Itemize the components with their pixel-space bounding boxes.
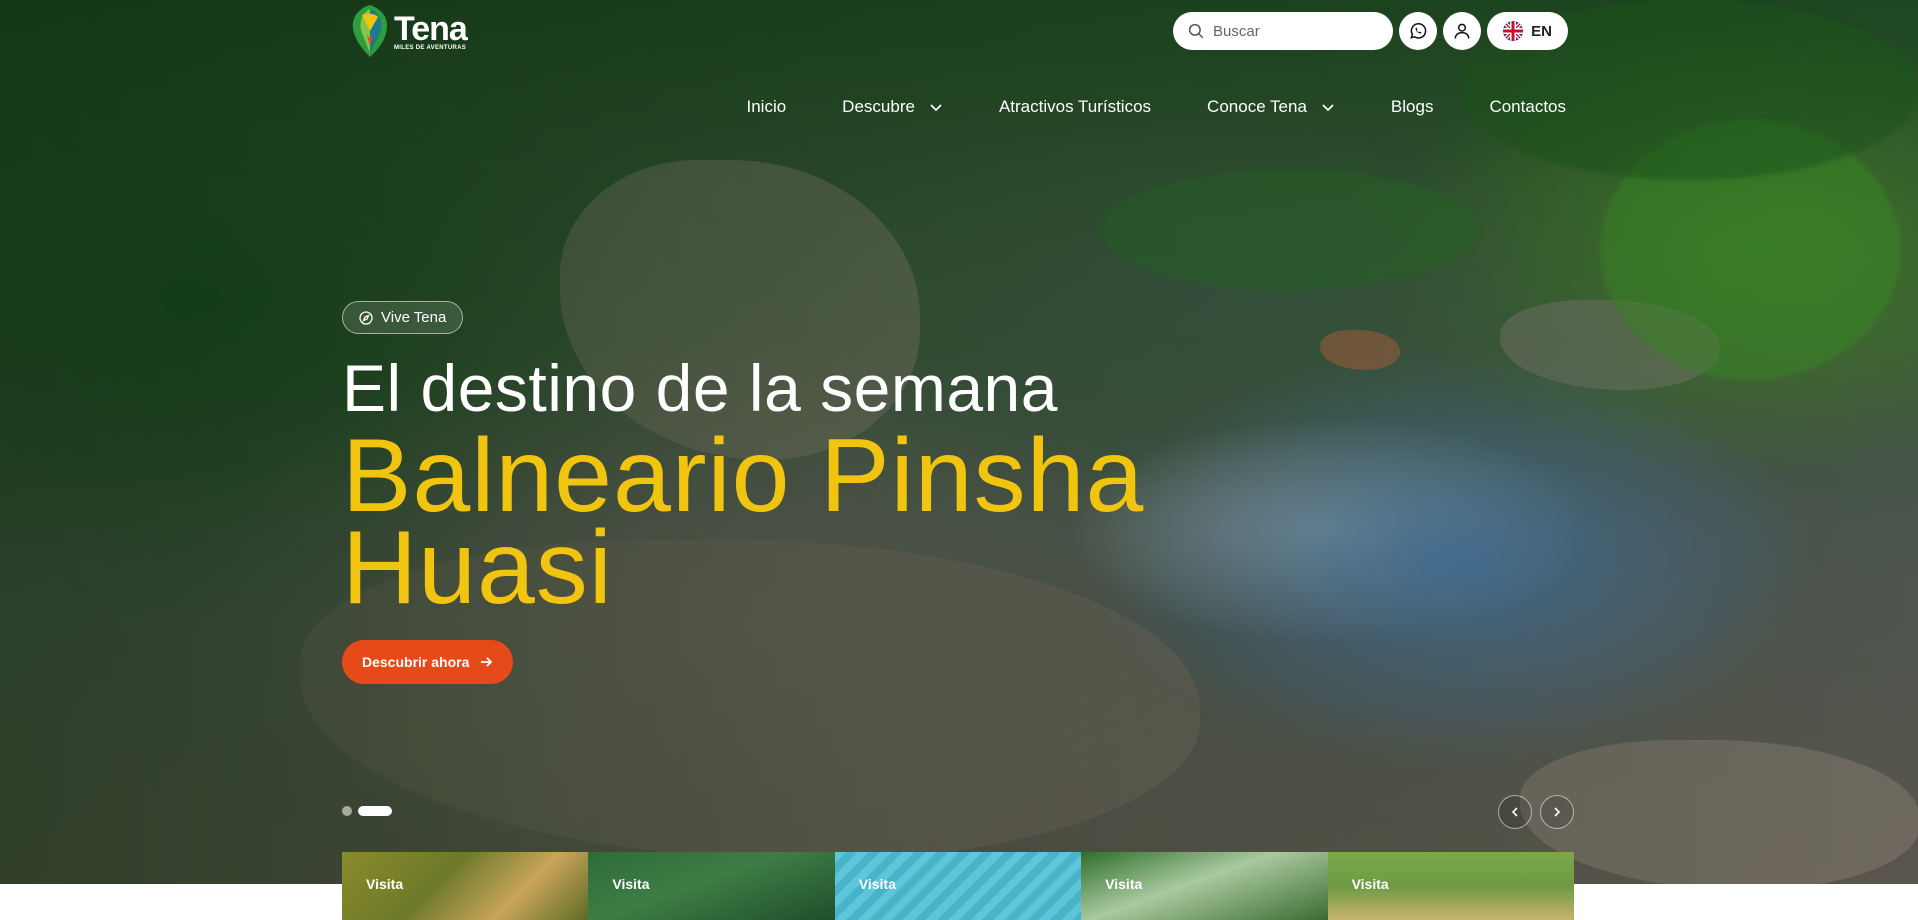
destination-title: Balneario Pinsha Huasi [342,418,1145,626]
next-slide-button[interactable] [1540,795,1574,829]
user-account-button[interactable] [1443,12,1481,50]
slide-dot-1[interactable] [342,806,352,816]
nav-item-descubre[interactable]: Descubre [842,97,943,117]
visit-card[interactable]: Visita [342,852,589,920]
nav-item-conoce-tena[interactable]: Conoce Tena [1207,97,1335,117]
chevron-left-icon [1511,807,1518,817]
compass-icon [359,310,373,325]
nav-item-label: Descubre [842,97,915,116]
search-box[interactable] [1173,12,1393,50]
main-navigation: Inicio Descubre Atractivos Turísticos Co… [746,97,1566,117]
search-icon [1188,23,1204,39]
destination-cards-strip: Visita Visita Visita Visita Visita [342,852,1574,920]
slider-arrows [1498,795,1574,829]
logo-tagline: MILES DE AVENTURAS [394,45,467,51]
uk-flag-icon [1503,21,1524,41]
destination-title-line-1: Balneario Pinsha [342,418,1145,534]
card-label: Visita [612,876,650,892]
slide-dot-2-active[interactable] [358,806,392,816]
hero-content: Vive Tena El destino de la semana Balnea… [342,301,1144,684]
slide-indicators [342,806,392,816]
nav-item-inicio[interactable]: Inicio [746,97,786,117]
vive-tena-badge: Vive Tena [342,301,464,334]
search-input[interactable] [1213,22,1373,40]
nav-item-label: Atractivos Turísticos [998,97,1152,116]
destination-title-line-2: Huasi [342,510,613,626]
top-utility-bar: EN [1173,12,1568,50]
chevron-down-icon [1322,104,1334,112]
previous-slide-button[interactable] [1498,795,1532,829]
discover-now-button[interactable]: Descubrir ahora [342,640,514,684]
nav-item-label: Contactos [1489,97,1566,116]
tena-logo[interactable]: Tena MILES DE AVENTURAS [348,2,480,60]
badge-label: Vive Tena [381,309,447,326]
language-code: EN [1531,22,1552,40]
nav-item-label: Blogs [1390,97,1434,116]
hero-headline: El destino de la semana [342,351,1058,425]
card-label: Visita [366,876,404,892]
card-label: Visita [858,876,896,892]
card-label: Visita [1105,876,1143,892]
arrow-right-icon [481,657,493,667]
logo-wordmark: Tena [394,10,468,48]
whatsapp-icon [1410,23,1427,39]
visit-card[interactable]: Visita [834,852,1082,920]
chevron-down-icon [930,104,942,112]
language-switcher[interactable]: EN [1487,12,1568,50]
chevron-right-icon [1554,807,1561,817]
nav-item-label: Conoce Tena [1207,97,1307,116]
nav-item-contactos[interactable]: Contactos [1489,97,1566,117]
nav-item-blogs[interactable]: Blogs [1391,97,1434,117]
nav-item-atractivos[interactable]: Atractivos Turísticos [999,97,1151,117]
visit-card[interactable]: Visita [1327,852,1574,920]
cta-label: Descubrir ahora [362,654,470,670]
nav-item-label: Inicio [746,97,787,116]
user-icon [1454,23,1470,39]
visit-card[interactable]: Visita [588,852,835,920]
visit-card[interactable]: Visita [1081,852,1328,920]
card-label: Visita [1351,876,1389,892]
logo-leaf-icon [352,5,388,57]
whatsapp-button[interactable] [1399,12,1437,50]
